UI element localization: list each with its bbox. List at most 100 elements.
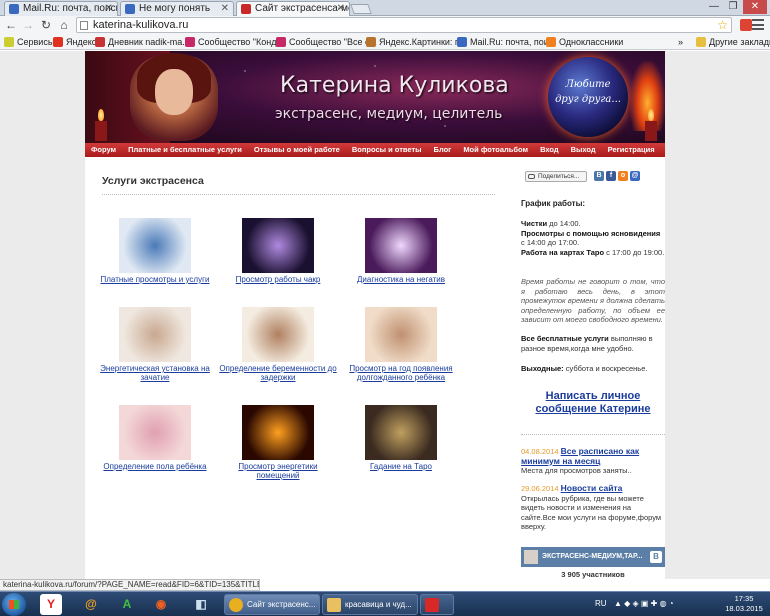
- taskbar-window-yandex[interactable]: [420, 594, 454, 615]
- bookmark-services[interactable]: Сервисы: [4, 36, 54, 48]
- bookmarks-more-icon[interactable]: »: [678, 36, 683, 48]
- close-tab-icon[interactable]: ✕: [221, 2, 229, 15]
- start-button[interactable]: [2, 593, 26, 616]
- sound-app-icon[interactable]: ◧: [190, 594, 212, 615]
- tab-ne-mogu-ponyat[interactable]: Не могу понять ✕: [120, 1, 234, 16]
- service-image[interactable]: [242, 218, 314, 273]
- other-bookmarks[interactable]: Другие закладки: [696, 36, 770, 48]
- menu-icon[interactable]: [752, 19, 764, 30]
- nav-photo-album[interactable]: Мой фотоальбом: [457, 143, 534, 157]
- schedule-row: Чистки до 14:00.: [521, 219, 581, 228]
- odnoklassniki-share-icon[interactable]: о: [618, 171, 628, 181]
- avatar-face: [155, 69, 193, 115]
- system-clock[interactable]: 17:35 18.03.2015: [722, 594, 766, 614]
- vk-community-widget[interactable]: ЭКСТРАСЕНС-МЕДИУМ,ТАР... В: [521, 547, 665, 567]
- bookmark-community-1[interactable]: Сообщество "Конд...: [185, 36, 284, 48]
- crystal-ball-text: Любите друг друга...: [555, 79, 621, 105]
- service-link[interactable]: Гадание на Таро: [341, 462, 461, 471]
- reload-icon[interactable]: ↻: [38, 17, 54, 33]
- close-tab-icon[interactable]: ✕: [337, 2, 345, 15]
- home-icon[interactable]: ⌂: [56, 17, 72, 33]
- green-app-icon[interactable]: A: [116, 594, 138, 615]
- input-language[interactable]: RU: [595, 592, 607, 616]
- service-link[interactable]: Определение беременности до задержки: [218, 364, 338, 382]
- bookmark-dnevnik[interactable]: Дневник nadik-ma...: [95, 36, 190, 48]
- bookmark-community-2[interactable]: Сообщество "Все с...: [276, 36, 377, 48]
- service-item-chakras[interactable]: Просмотр работы чакр: [218, 218, 338, 284]
- nav-logout[interactable]: Выход: [565, 143, 602, 157]
- bookmark-star-icon[interactable]: ☆: [717, 18, 728, 32]
- maximize-icon[interactable]: ❐: [724, 0, 742, 14]
- vk-logo-icon: В: [650, 551, 662, 563]
- service-link[interactable]: Просмотр энергетики помещений: [218, 462, 338, 480]
- extension-icon[interactable]: [740, 19, 752, 31]
- nav-blog[interactable]: Блог: [428, 143, 458, 157]
- service-image[interactable]: [242, 307, 314, 362]
- yandex-browser-icon[interactable]: Y: [40, 594, 62, 615]
- service-image[interactable]: [365, 307, 437, 362]
- service-item-diagnostics[interactable]: Диагностика на негатив: [341, 218, 461, 284]
- bookmark-mailru[interactable]: Mail.Ru: почта, пои...: [457, 36, 556, 48]
- tray-icons[interactable]: ▲ ◆ ◈ ▣ ✚ ◍ ◔: [614, 592, 674, 616]
- mail-agent-icon[interactable]: @: [80, 594, 102, 615]
- divider: [102, 194, 495, 195]
- mailru-icon: [125, 4, 135, 14]
- bookmark-odnoklassniki[interactable]: Одноклассники: [546, 36, 623, 48]
- back-arrow-icon[interactable]: ←: [3, 17, 19, 33]
- taskbar-window-chrome[interactable]: Сайт экстрасенс...: [224, 594, 320, 615]
- service-item-paid[interactable]: Платные просмотры и услуги: [95, 218, 215, 284]
- service-link[interactable]: Платные просмотры и услуги: [95, 275, 215, 284]
- clock-date: 18.03.2015: [725, 604, 763, 613]
- address-bar[interactable]: katerina-kulikova.ru ☆: [76, 17, 732, 33]
- minimize-icon[interactable]: —: [705, 0, 723, 14]
- nav-forum[interactable]: Форум: [85, 143, 122, 157]
- tab-ekstrasens-site[interactable]: Сайт экстрасенса-медиу ✕: [236, 1, 350, 16]
- write-message-link[interactable]: Написать личное сообщение Катерине: [521, 390, 665, 416]
- service-link[interactable]: Энергетическая установка на зачатие: [95, 364, 215, 382]
- service-image[interactable]: [365, 218, 437, 273]
- mailru-share-icon[interactable]: @: [630, 171, 640, 181]
- nav-reviews[interactable]: Отзывы о моей работе: [248, 143, 346, 157]
- service-item-pregnancy[interactable]: Определение беременности до задержки: [218, 307, 338, 382]
- bookmark-yandex[interactable]: Яндекс: [53, 36, 96, 48]
- service-item-conception[interactable]: Энергетическая установка на зачатие: [95, 307, 215, 382]
- service-link[interactable]: Определение пола ребёнка: [95, 462, 215, 471]
- service-link[interactable]: Просмотр на год появления долгожданного …: [341, 364, 461, 382]
- service-link[interactable]: Диагностика на негатив: [341, 275, 461, 284]
- community-avatar: [524, 550, 538, 564]
- folder-icon: [696, 37, 706, 47]
- tab-mailru[interactable]: Mail.Ru: почта, поиск в и ✕: [4, 1, 118, 16]
- share-button[interactable]: Поделиться...: [525, 171, 587, 182]
- service-image[interactable]: [119, 307, 191, 362]
- news-title-link[interactable]: Новости сайта: [561, 483, 623, 493]
- close-window-icon[interactable]: ✕: [743, 0, 767, 14]
- browser-toolbar: ← → ↻ ⌂ katerina-kulikova.ru ☆: [0, 16, 770, 34]
- service-item-premises[interactable]: Просмотр энергетики помещений: [218, 405, 338, 480]
- service-image[interactable]: [365, 405, 437, 460]
- firefox-icon[interactable]: ◉: [150, 594, 172, 615]
- service-image[interactable]: [242, 405, 314, 460]
- nav-login[interactable]: Вход: [534, 143, 565, 157]
- close-tab-icon[interactable]: ✕: [105, 2, 113, 15]
- taskbar-window-explorer[interactable]: красавица и чуд...: [322, 594, 418, 615]
- nav-faq[interactable]: Вопросы и ответы: [346, 143, 428, 157]
- nav-services[interactable]: Платные и бесплатные услуги: [122, 143, 248, 157]
- forward-arrow-icon[interactable]: →: [20, 17, 36, 33]
- service-item-gender[interactable]: Определение пола ребёнка: [95, 405, 215, 471]
- main-column: Услуги экстрасенса Платные просмотры и у…: [85, 157, 505, 579]
- bookmark-yandex-images[interactable]: Яндекс.Картинки: п...: [366, 36, 467, 48]
- site-icon: [241, 4, 251, 14]
- nav-register[interactable]: Регистрация: [602, 143, 661, 157]
- facebook-share-icon[interactable]: f: [606, 171, 616, 181]
- service-link[interactable]: Просмотр работы чакр: [218, 275, 338, 284]
- site-header-banner: Катерина Куликова экстрасенс, медиум, це…: [85, 51, 665, 143]
- service-image[interactable]: [119, 218, 191, 273]
- yandex-icon: [425, 598, 439, 612]
- new-tab-button[interactable]: [350, 4, 372, 14]
- service-item-child-year[interactable]: Просмотр на год появления долгожданного …: [341, 307, 461, 382]
- service-item-tarot[interactable]: Гадание на Таро: [341, 405, 461, 471]
- service-image[interactable]: [119, 405, 191, 460]
- schedule-title: График работы:: [521, 199, 586, 208]
- vk-share-icon[interactable]: В: [594, 171, 604, 181]
- candle-image: [641, 109, 661, 143]
